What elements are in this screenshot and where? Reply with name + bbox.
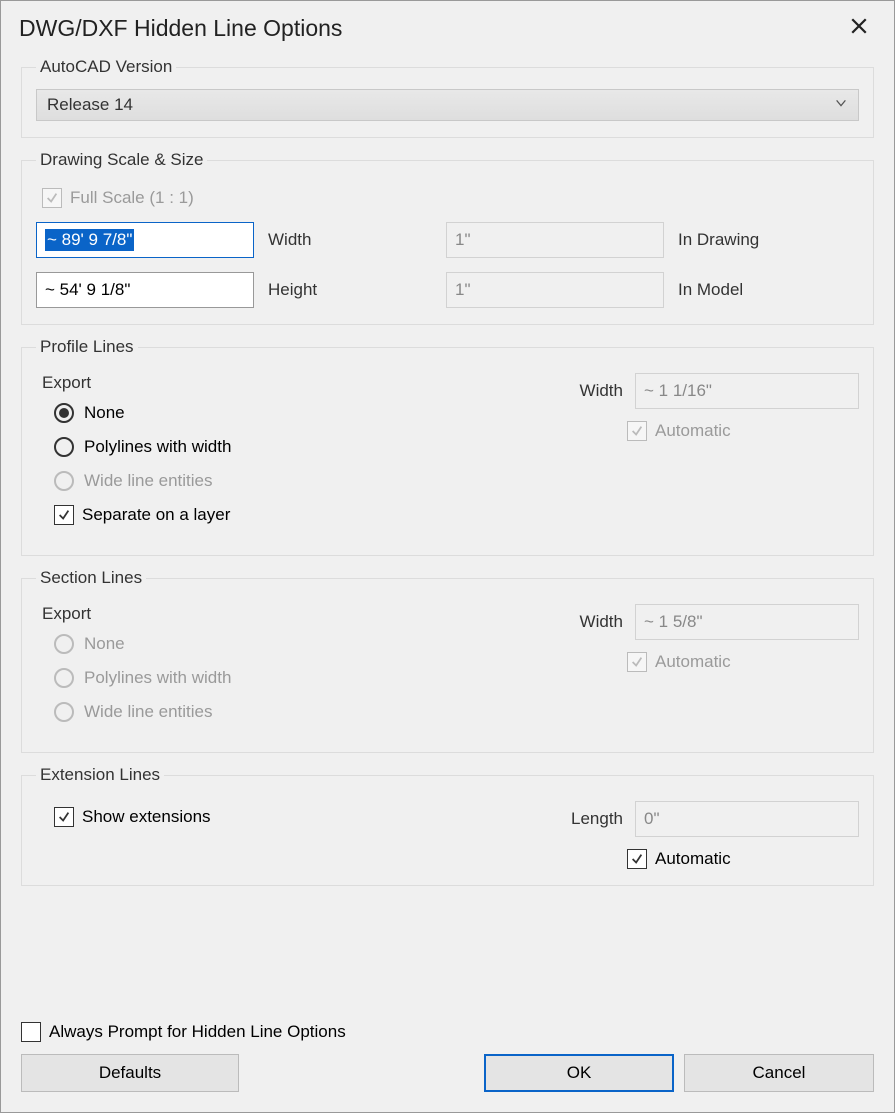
always-prompt-label: Always Prompt for Hidden Line Options <box>49 1022 346 1042</box>
always-prompt-checkbox[interactable] <box>21 1022 41 1042</box>
dialog-title: DWG/DXF Hidden Line Options <box>19 15 342 42</box>
autocad-version-value: Release 14 <box>47 95 133 115</box>
section-lines-group: Section Lines Export None Polylines with… <box>21 568 874 753</box>
profile-automatic-checkbox <box>627 421 647 441</box>
title-bar: DWG/DXF Hidden Line Options <box>1 1 894 53</box>
autocad-version-select[interactable]: Release 14 <box>36 89 859 121</box>
profile-separate-label: Separate on a layer <box>82 505 230 525</box>
section-export-label: Export <box>42 604 569 624</box>
profile-width-input: ~ 1 1/16" <box>635 373 859 409</box>
profile-width-label: Width <box>580 381 623 401</box>
width-label: Width <box>254 230 446 250</box>
section-automatic-label: Automatic <box>655 652 731 672</box>
defaults-button[interactable]: Defaults <box>21 1054 239 1092</box>
width-input[interactable]: ~ 89' 9 7/8" <box>36 222 254 258</box>
extension-automatic-checkbox[interactable] <box>627 849 647 869</box>
section-polylines-label: Polylines with width <box>84 668 231 688</box>
cancel-button[interactable]: Cancel <box>684 1054 874 1092</box>
profile-none-label: None <box>84 403 125 423</box>
show-extensions-checkbox[interactable] <box>54 807 74 827</box>
profile-wide-label: Wide line entities <box>84 471 213 491</box>
extension-automatic-label: Automatic <box>655 849 731 869</box>
section-wide-label: Wide line entities <box>84 702 213 722</box>
profile-separate-checkbox[interactable] <box>54 505 74 525</box>
in-model-input: 1" <box>446 272 664 308</box>
extension-lines-legend: Extension Lines <box>36 765 164 785</box>
show-extensions-label: Show extensions <box>82 807 211 827</box>
section-polylines-radio <box>54 668 74 688</box>
section-none-radio <box>54 634 74 654</box>
close-icon <box>850 17 868 35</box>
profile-polylines-label: Polylines with width <box>84 437 231 457</box>
profile-wide-radio <box>54 471 74 491</box>
height-input[interactable]: ~ 54' 9 1/8" <box>36 272 254 308</box>
section-automatic-checkbox <box>627 652 647 672</box>
in-drawing-input: 1" <box>446 222 664 258</box>
profile-lines-legend: Profile Lines <box>36 337 138 357</box>
section-lines-legend: Section Lines <box>36 568 146 588</box>
section-wide-radio <box>54 702 74 722</box>
autocad-version-group: AutoCAD Version Release 14 <box>21 57 874 138</box>
extension-length-label: Length <box>571 809 623 829</box>
height-label: Height <box>254 280 446 300</box>
extension-lines-group: Extension Lines Show extensions Length 0… <box>21 765 874 886</box>
drawing-scale-legend: Drawing Scale & Size <box>36 150 207 170</box>
profile-polylines-radio[interactable] <box>54 437 74 457</box>
close-button[interactable] <box>842 11 876 45</box>
section-width-input: ~ 1 5/8" <box>635 604 859 640</box>
drawing-scale-group: Drawing Scale & Size Full Scale (1 : 1) … <box>21 150 874 325</box>
section-width-label: Width <box>580 612 623 632</box>
autocad-version-legend: AutoCAD Version <box>36 57 176 77</box>
section-none-label: None <box>84 634 125 654</box>
ok-button[interactable]: OK <box>484 1054 674 1092</box>
in-drawing-label: In Drawing <box>664 230 759 250</box>
full-scale-label: Full Scale (1 : 1) <box>70 188 194 208</box>
profile-lines-group: Profile Lines Export None Polylines with… <box>21 337 874 556</box>
chevron-down-icon <box>834 95 848 115</box>
profile-automatic-label: Automatic <box>655 421 731 441</box>
extension-length-input: 0" <box>635 801 859 837</box>
profile-export-label: Export <box>42 373 569 393</box>
in-model-label: In Model <box>664 280 743 300</box>
full-scale-checkbox <box>42 188 62 208</box>
profile-none-radio[interactable] <box>54 403 74 423</box>
